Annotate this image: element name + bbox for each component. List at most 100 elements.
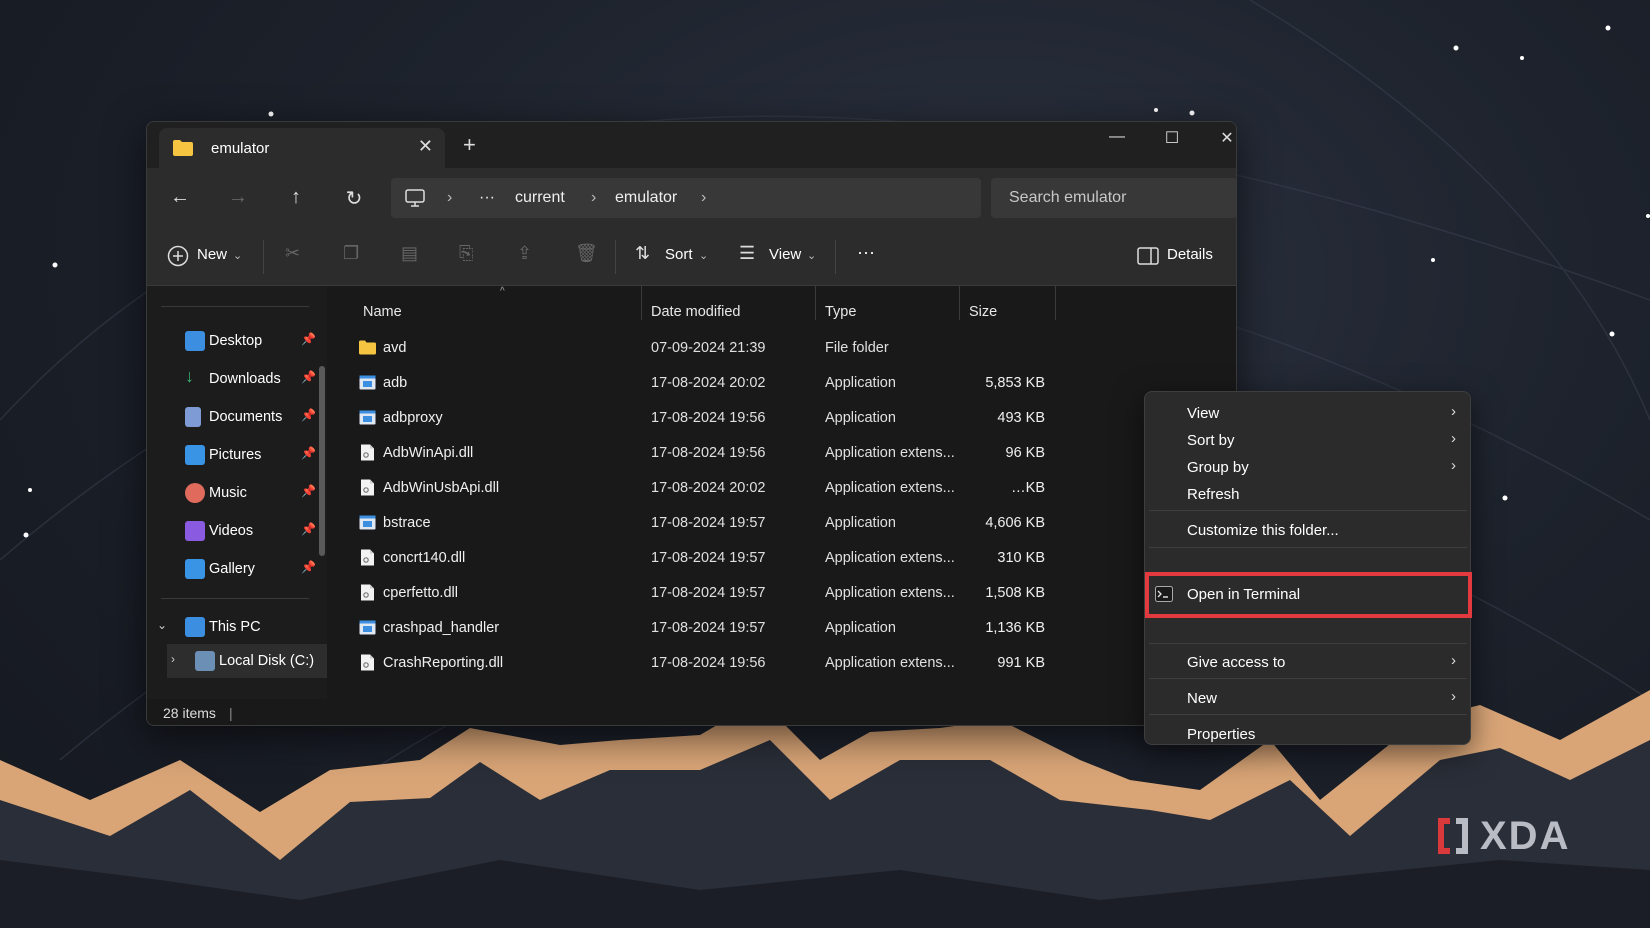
sidebar-item-this-pc[interactable]: ⌄ This PC bbox=[157, 610, 317, 644]
file-date: 17-08-2024 20:02 bbox=[651, 375, 766, 391]
rename-icon[interactable]: ⎘ bbox=[459, 243, 473, 264]
sidebar-item-pictures[interactable]: Pictures 📌 bbox=[185, 438, 320, 472]
menu-item-new[interactable]: New › bbox=[1145, 683, 1470, 711]
column-divider[interactable] bbox=[641, 286, 642, 320]
column-divider[interactable] bbox=[959, 286, 960, 320]
copy-icon[interactable]: ❐ bbox=[343, 243, 359, 264]
file-size: 310 KB bbox=[997, 550, 1045, 566]
menu-item-view[interactable]: View › bbox=[1145, 398, 1470, 426]
menu-item-group-by[interactable]: Group by › bbox=[1145, 452, 1470, 480]
menu-item-properties[interactable]: Properties bbox=[1145, 719, 1470, 747]
cut-icon[interactable]: ✂ bbox=[285, 243, 300, 264]
pin-icon: 📌 bbox=[301, 484, 316, 498]
column-divider[interactable] bbox=[1055, 286, 1056, 320]
chevron-right-icon: › bbox=[591, 189, 597, 206]
close-button[interactable]: ✕ bbox=[1207, 128, 1236, 148]
tab-close-icon[interactable]: ✕ bbox=[418, 136, 433, 157]
menu-item-open-in-terminal[interactable]: Open in Terminal bbox=[1145, 572, 1472, 618]
toolbar-divider bbox=[615, 240, 616, 274]
delete-icon[interactable]: 🗑 bbox=[575, 243, 598, 264]
menu-item-refresh[interactable]: Refresh bbox=[1145, 479, 1470, 507]
chevron-down-icon: ⌄ bbox=[807, 250, 817, 262]
details-button[interactable]: Details bbox=[1167, 246, 1213, 263]
navigation-bar: ← → ↑ ↻ › ··· current › emulator › Searc… bbox=[147, 168, 1236, 228]
plus-circle-icon bbox=[167, 245, 189, 267]
menu-item-sort-by[interactable]: Sort by › bbox=[1145, 425, 1470, 453]
file-type: Application extens... bbox=[825, 445, 955, 461]
pin-icon: 📌 bbox=[301, 446, 316, 460]
maximize-button[interactable]: ☐ bbox=[1152, 128, 1192, 148]
file-size: 493 KB bbox=[997, 410, 1045, 426]
share-icon[interactable]: ⇪ bbox=[517, 243, 532, 264]
drive-icon bbox=[195, 651, 215, 671]
file-type: Application bbox=[825, 620, 896, 636]
sidebar-item-documents[interactable]: Documents 📌 bbox=[185, 400, 320, 434]
view-button[interactable]: View bbox=[769, 246, 801, 263]
forward-button[interactable]: → bbox=[223, 186, 253, 209]
back-button[interactable]: ← bbox=[165, 186, 195, 209]
column-header-date[interactable]: Date modified bbox=[651, 304, 740, 320]
chevron-down-icon: ⌄ bbox=[699, 250, 709, 262]
file-row[interactable]: crashpad_handler 17-08-2024 19:57 Applicat… bbox=[335, 610, 1215, 645]
new-button[interactable]: New bbox=[197, 246, 227, 263]
minimize-button[interactable]: — bbox=[1097, 128, 1137, 146]
file-name: crashpad_handler bbox=[383, 620, 500, 636]
sidebar-item-videos[interactable]: Videos 📌 bbox=[185, 514, 320, 548]
tab-emulator[interactable]: emulator ✕ bbox=[159, 128, 445, 168]
pictures-icon bbox=[185, 445, 205, 465]
paste-icon[interactable]: ▤ bbox=[401, 243, 418, 264]
dll-icon bbox=[359, 444, 376, 461]
refresh-button[interactable]: ↻ bbox=[339, 186, 369, 211]
menu-item-customize[interactable]: Customize this folder... bbox=[1145, 515, 1470, 543]
app-icon bbox=[359, 374, 376, 391]
file-row[interactable]: cperfetto.dll 17-08-2024 19:57 Application… bbox=[335, 575, 1215, 610]
column-header-name[interactable]: Name bbox=[363, 304, 402, 320]
new-tab-button[interactable]: + bbox=[463, 132, 476, 158]
sidebar-scrollbar[interactable] bbox=[319, 366, 325, 556]
item-count: 28 items bbox=[163, 705, 216, 721]
file-name: adbproxy bbox=[383, 410, 443, 426]
file-row[interactable]: AdbWinUsbApi.dll 17-08-2024 20:02 Applicat… bbox=[335, 470, 1215, 505]
dll-icon bbox=[359, 479, 376, 496]
more-options-button[interactable]: ··· bbox=[857, 242, 875, 263]
sidebar-item-label: Documents bbox=[209, 409, 283, 425]
chevron-right-icon: › bbox=[1451, 430, 1456, 447]
sidebar-item-local-disk[interactable]: › Local Disk (C:) bbox=[167, 644, 327, 678]
column-header-size[interactable]: Size bbox=[969, 304, 997, 320]
sidebar-item-desktop[interactable]: Desktop 📌 bbox=[185, 324, 320, 358]
chevron-right-icon: › bbox=[171, 652, 175, 666]
sidebar-divider bbox=[161, 306, 309, 307]
menu-divider bbox=[1149, 678, 1467, 679]
status-bar: 28 items | bbox=[147, 699, 1236, 725]
breadcrumb-current[interactable]: current bbox=[515, 189, 565, 207]
sort-button[interactable]: Sort bbox=[665, 246, 693, 263]
download-icon: ↓ bbox=[185, 366, 194, 386]
up-button[interactable]: ↑ bbox=[281, 186, 311, 209]
search-placeholder: Search emulator bbox=[1009, 189, 1127, 206]
menu-item-label: Sort by bbox=[1187, 432, 1235, 449]
search-input[interactable]: Search emulator bbox=[991, 178, 1236, 218]
menu-divider bbox=[1149, 547, 1467, 548]
file-row[interactable]: avd 07-09-2024 21:39 File folder bbox=[335, 330, 1215, 365]
app-icon bbox=[359, 409, 376, 426]
file-row[interactable]: AdbWinApi.dll 17-08-2024 19:56 Application… bbox=[335, 435, 1215, 470]
file-size: 5,853 KB bbox=[985, 375, 1045, 391]
column-divider[interactable] bbox=[815, 286, 816, 320]
breadcrumb-more[interactable]: ··· bbox=[479, 189, 495, 207]
file-row[interactable]: adb 17-08-2024 20:02 Application 5,853 KB bbox=[335, 365, 1215, 400]
file-size: 96 KB bbox=[1005, 445, 1046, 461]
file-row[interactable]: CrashReporting.dll 17-08-2024 19:56 Applic… bbox=[335, 645, 1215, 680]
menu-divider bbox=[1149, 510, 1467, 511]
file-row[interactable]: concrt140.dll 17-08-2024 19:57 Application… bbox=[335, 540, 1215, 575]
sidebar-item-gallery[interactable]: Gallery 📌 bbox=[185, 552, 320, 586]
sidebar-item-music[interactable]: Music 📌 bbox=[185, 476, 320, 510]
breadcrumb-emulator[interactable]: emulator bbox=[615, 189, 677, 207]
file-date: 17-08-2024 19:56 bbox=[651, 410, 766, 426]
file-row[interactable]: bstrace 17-08-2024 19:57 Application 4,606 … bbox=[335, 505, 1215, 540]
column-header-type[interactable]: Type bbox=[825, 304, 856, 320]
address-bar[interactable]: › ··· current › emulator › bbox=[391, 178, 981, 218]
file-row[interactable]: adbproxy 17-08-2024 19:56 Application 493 K… bbox=[335, 400, 1215, 435]
menu-item-give-access[interactable]: Give access to › bbox=[1145, 647, 1470, 675]
sidebar-item-downloads[interactable]: ↓ Downloads 📌 bbox=[185, 362, 320, 396]
menu-item-label: Properties bbox=[1187, 726, 1256, 743]
